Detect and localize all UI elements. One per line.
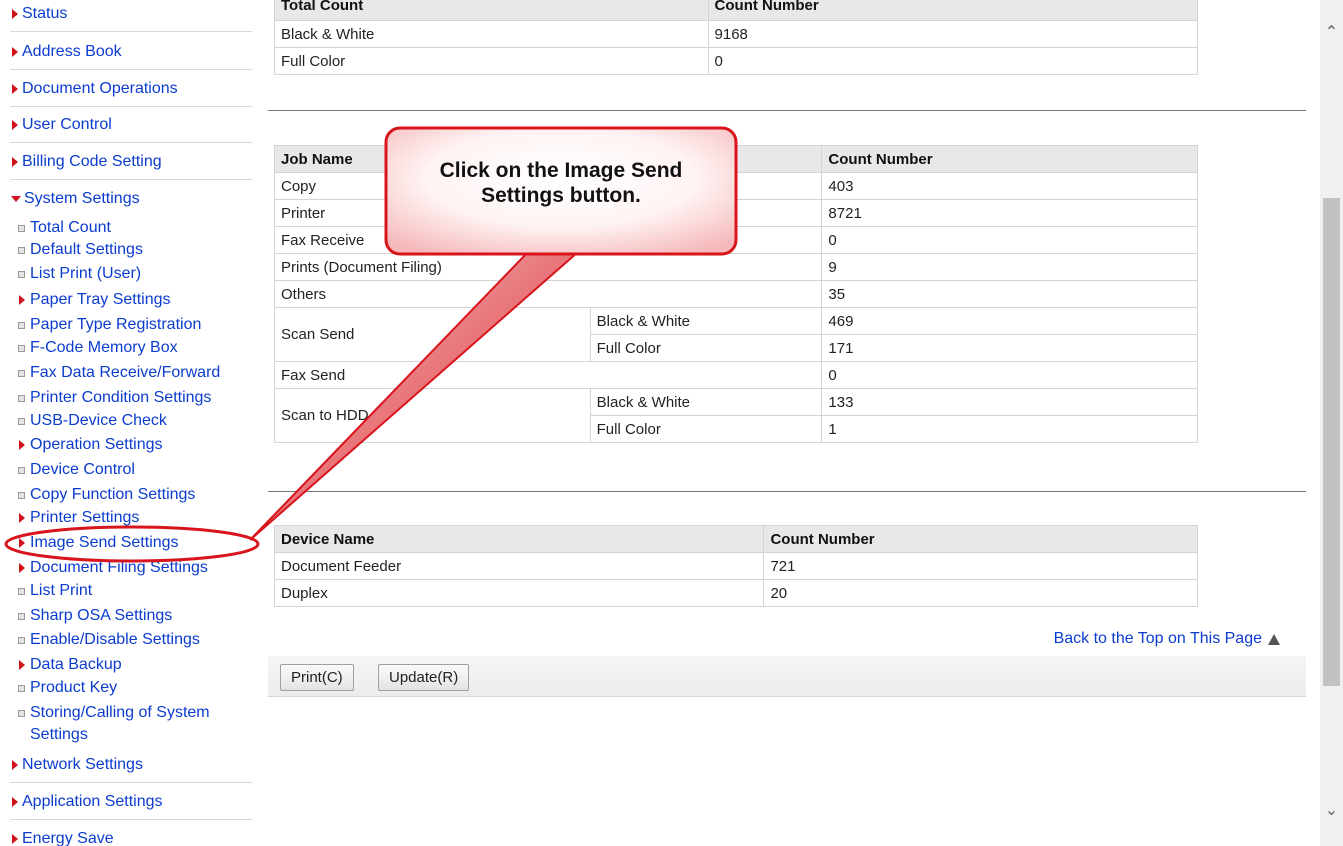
annotation-overlay [4,126,738,563]
callout-line: Settings button. [481,184,641,207]
callout-pointer [249,251,581,541]
highlight-ellipse [4,525,260,563]
callout-line: Click on the Image Send [439,159,683,182]
callout-text: Click on the Image Send Settings button. [386,128,736,254]
